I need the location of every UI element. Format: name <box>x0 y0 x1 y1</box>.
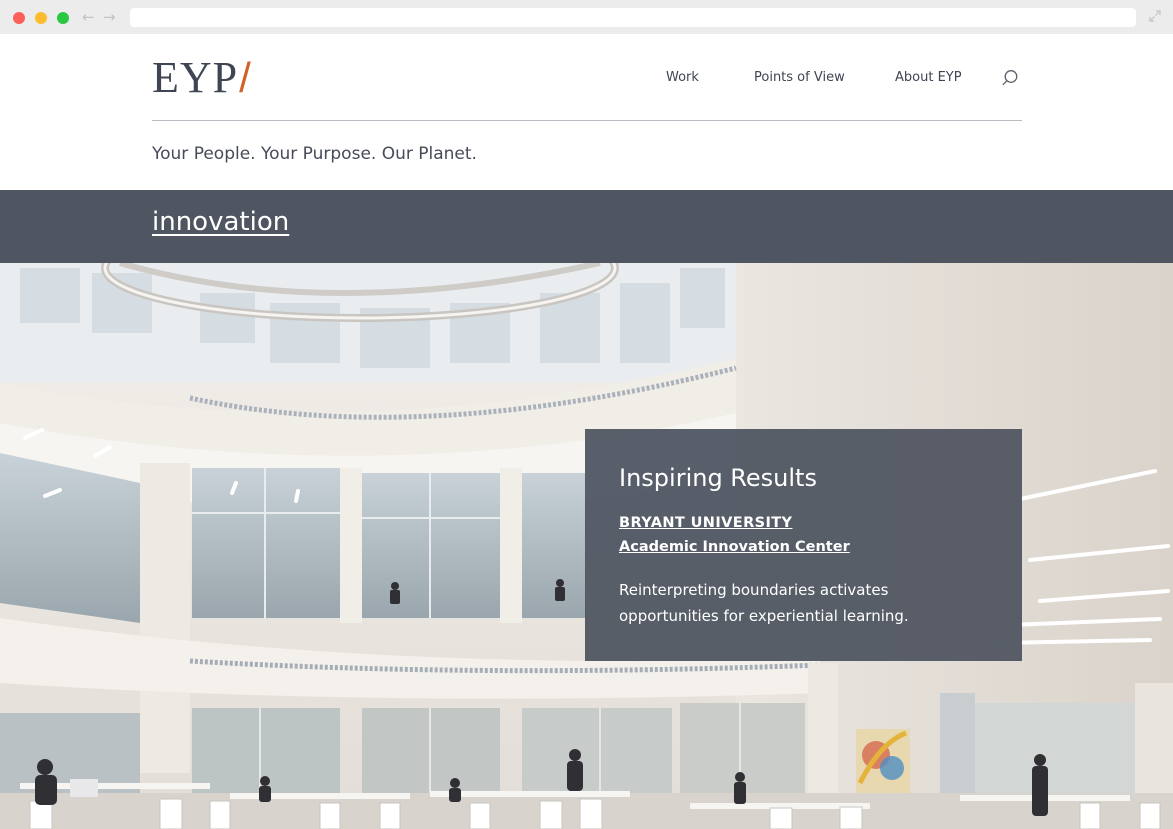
feature-project-link-title[interactable]: Academic Innovation Center <box>619 535 988 559</box>
section-bar: innovation <box>0 190 1173 263</box>
nav-points-of-view[interactable]: Points of View <box>754 70 845 85</box>
nav-about-eyp[interactable]: About EYP <box>895 70 962 85</box>
feature-heading: Inspiring Results <box>619 464 817 492</box>
maximize-window-button[interactable] <box>57 12 69 24</box>
site-logo[interactable]: EYP / <box>152 53 251 102</box>
arrow-right-icon[interactable]: → <box>103 8 116 26</box>
close-window-button[interactable] <box>13 12 25 24</box>
feature-description: Reinterpreting boundaries activates oppo… <box>619 581 909 625</box>
search-icon[interactable] <box>1001 69 1019 87</box>
header-divider <box>152 120 1022 121</box>
logo-slash: / <box>239 54 251 101</box>
minimize-window-button[interactable] <box>35 12 47 24</box>
nav-work[interactable]: Work <box>666 70 699 85</box>
browser-chrome: ← → <box>0 0 1173 34</box>
feature-card: Inspiring Results BRYANT UNIVERSITY Acad… <box>585 429 1022 661</box>
arrow-left-icon[interactable]: ← <box>82 8 95 26</box>
expand-icon[interactable] <box>1148 9 1162 23</box>
address-bar[interactable] <box>130 8 1136 27</box>
site-tagline: Your People. Your Purpose. Our Planet. <box>152 144 477 164</box>
site-header: EYP / Work Points of View About EYP Your… <box>0 34 1173 190</box>
logo-wordmark: EYP <box>152 53 239 102</box>
feature-project-link-client[interactable]: BRYANT UNIVERSITY <box>619 511 988 535</box>
section-title-link[interactable]: innovation <box>152 207 289 237</box>
